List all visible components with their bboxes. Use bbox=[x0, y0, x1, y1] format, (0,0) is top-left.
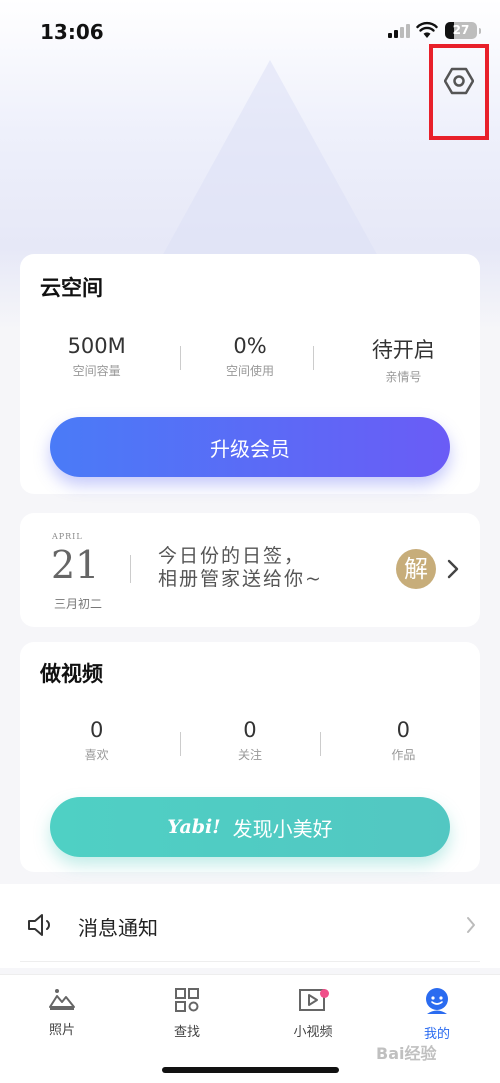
tab-mine[interactable]: 我的 bbox=[397, 987, 477, 1042]
stat-label: 喜欢 bbox=[84, 748, 109, 762]
stat-label: 空间容量 bbox=[72, 364, 121, 378]
cloud-space-title: 云空间 bbox=[40, 276, 103, 300]
wifi-icon bbox=[416, 21, 438, 38]
daily-lunar-date: 三月初二 bbox=[54, 597, 103, 611]
signal-icon bbox=[388, 24, 410, 38]
tab-label: 照片 bbox=[48, 1023, 75, 1038]
video-stats: 0 喜欢 0 关注 0 作品 bbox=[20, 718, 480, 763]
stat-label: 关注 bbox=[237, 748, 262, 762]
chevron-right-icon bbox=[467, 917, 475, 933]
stat-label: 空间使用 bbox=[225, 364, 274, 378]
stat-works[interactable]: 0 作品 bbox=[327, 718, 480, 763]
settings-icon bbox=[444, 67, 474, 95]
daily-divider bbox=[130, 555, 131, 583]
cloud-stats: 500M 空间容量 0% 空间使用 待开启亲情号 bbox=[20, 334, 480, 385]
stat-value: 0 bbox=[396, 718, 410, 742]
stat-likes[interactable]: 0 喜欢 bbox=[20, 718, 173, 763]
stat-value: 500M bbox=[67, 334, 126, 358]
stat-usage: 0% 空间使用 bbox=[173, 334, 326, 385]
daily-message: 今日份的日签， 相册管家送给你~ bbox=[158, 545, 323, 591]
photo-icon bbox=[49, 989, 75, 1010]
chevron-right-icon[interactable] bbox=[446, 558, 460, 580]
battery-icon: 27 bbox=[445, 22, 481, 39]
make-video-card: 做视频 0 喜欢 0 关注 0 作品 Yabi! 发现小美好 bbox=[20, 642, 480, 872]
cloud-space-card: 云空间 500M 空间容量 0% 空间使用 待开启亲情号 升级会员 bbox=[20, 254, 480, 494]
daily-message-line: 今日份的日签， bbox=[158, 545, 306, 567]
notification-dot bbox=[320, 989, 329, 998]
daily-message-line: 相册管家送给你~ bbox=[158, 568, 323, 590]
stat-label: 作品 bbox=[391, 748, 416, 762]
stat-label: 亲情号 bbox=[385, 370, 422, 384]
notification-row[interactable]: 消息通知 bbox=[0, 884, 500, 968]
profile-icon bbox=[426, 988, 448, 1014]
yabi-logo: Yabi! bbox=[167, 816, 221, 838]
battery-level: 27 bbox=[452, 23, 470, 37]
stat-divider bbox=[180, 346, 181, 370]
notification-label: 消息通知 bbox=[78, 916, 158, 940]
row-divider bbox=[20, 961, 480, 962]
background-shape bbox=[160, 60, 380, 260]
daily-month: APRIL bbox=[52, 532, 83, 541]
grid-icon bbox=[175, 988, 199, 1012]
tab-search[interactable]: 查找 bbox=[147, 987, 227, 1040]
stat-divider bbox=[320, 732, 321, 756]
home-indicator[interactable] bbox=[162, 1067, 339, 1073]
make-video-title: 做视频 bbox=[40, 662, 103, 686]
tab-photos[interactable]: 照片 bbox=[22, 987, 102, 1038]
status-bar: 13:06 27 bbox=[0, 0, 500, 62]
discover-button[interactable]: Yabi! 发现小美好 bbox=[50, 797, 450, 857]
tab-label: 小视频 bbox=[293, 1025, 333, 1040]
stat-value: 待开启 bbox=[371, 338, 435, 362]
stat-value: 0 bbox=[243, 718, 257, 742]
daily-sign-card[interactable]: APRIL 21 三月初二 今日份的日签， 相册管家送给你~ 解 bbox=[20, 513, 480, 627]
settings-button[interactable] bbox=[429, 44, 489, 140]
daily-day: 21 bbox=[51, 543, 100, 587]
stat-family[interactable]: 待开启 亲情号 bbox=[327, 334, 480, 385]
stat-following[interactable]: 0 关注 bbox=[173, 718, 326, 763]
speaker-icon bbox=[28, 914, 50, 936]
discover-button-label: 发现小美好 bbox=[232, 816, 333, 841]
stat-capacity: 500M 空间容量 bbox=[20, 334, 173, 385]
stat-divider bbox=[313, 346, 314, 370]
stat-value: 0 bbox=[89, 718, 104, 742]
tab-short-video[interactable]: 小视频 bbox=[273, 987, 353, 1040]
status-time: 13:06 bbox=[40, 20, 104, 44]
daily-badge[interactable]: 解 bbox=[396, 549, 436, 589]
tab-label: 查找 bbox=[173, 1025, 200, 1040]
watermark: Bai经验 bbox=[376, 1044, 437, 1063]
upgrade-member-button[interactable]: 升级会员 bbox=[50, 417, 450, 477]
stat-divider bbox=[180, 732, 181, 756]
stat-value: 0% bbox=[233, 334, 267, 358]
